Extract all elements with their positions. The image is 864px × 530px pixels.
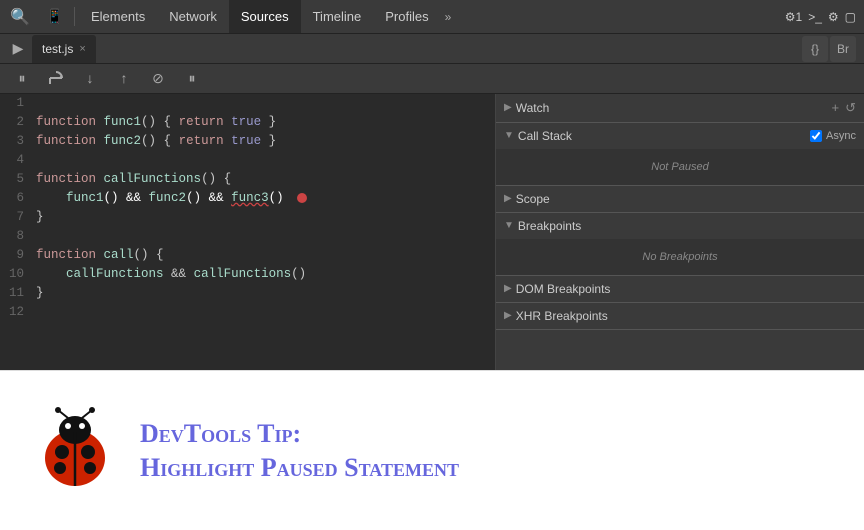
code-line-3: 3 function func2() { return true } <box>0 132 495 151</box>
error-indicator <box>297 193 307 203</box>
code-line-11: 11 } <box>0 284 495 303</box>
deactivate-breakpoints-button[interactable]: ⊘ <box>144 64 172 92</box>
scope-arrow: ▶ <box>504 193 512 204</box>
no-breakpoints-status: No Breakpoints <box>504 243 856 271</box>
watch-section: ▶ Watch + ↺ <box>496 94 864 123</box>
watch-header[interactable]: ▶ Watch + ↺ <box>496 94 864 122</box>
tab-timeline[interactable]: Timeline <box>301 0 374 33</box>
toolbar-right: ⚙1 >_ ⚙ ▢ <box>785 10 864 24</box>
tab-close-button[interactable]: × <box>79 43 85 55</box>
main-area: 1 2 function func1() { return true } 3 f… <box>0 94 864 370</box>
mobile-icon[interactable]: 📱 <box>40 8 70 25</box>
search-icon[interactable]: 🔍 <box>0 0 40 33</box>
separator <box>74 7 75 27</box>
tab-profiles[interactable]: Profiles <box>373 0 440 33</box>
scope-header[interactable]: ▶ Scope <box>496 186 864 212</box>
code-line-2: 2 function func1() { return true } <box>0 113 495 132</box>
dom-breakpoints-section: ▶ DOM Breakpoints <box>496 276 864 303</box>
pause-resume-button[interactable]: ⏸ <box>8 64 36 92</box>
main-toolbar: 🔍 📱 Elements Network Sources Timeline Pr… <box>0 0 864 34</box>
more-tabs-button[interactable]: » <box>441 0 456 33</box>
tip-content: DevTools Tip: Highlight Paused Statement <box>140 417 834 485</box>
pause-on-exceptions-button[interactable]: ⏸ <box>178 64 206 92</box>
code-editor[interactable]: 1 2 function func1() { return true } 3 f… <box>0 94 496 370</box>
call-stack-header[interactable]: ▼ Call Stack Async <box>496 123 864 149</box>
pretty-print-button[interactable]: {} <box>802 36 828 62</box>
breakpoints-body: No Breakpoints <box>496 239 864 275</box>
xhr-breakpoints-header[interactable]: ▶ XHR Breakpoints <box>496 303 864 329</box>
code-line-10: 10 callFunctions && callFunctions() <box>0 265 495 284</box>
scope-label: Scope <box>516 192 856 206</box>
breakpoints-label: Breakpoints <box>518 219 856 233</box>
tip-title-line1: DevTools Tip: <box>140 417 834 451</box>
file-tab[interactable]: test.js × <box>32 35 96 63</box>
step-into-button[interactable]: ↓ <box>76 64 104 92</box>
code-line-9: 9 function call() { <box>0 246 495 265</box>
code-line-4: 4 <box>0 151 495 170</box>
watch-label: Watch <box>516 101 828 115</box>
watch-refresh-button[interactable]: ↺ <box>845 100 856 116</box>
file-name: test.js <box>42 42 73 56</box>
xhr-breakpoints-section: ▶ XHR Breakpoints <box>496 303 864 330</box>
console-button[interactable]: >_ <box>808 10 822 24</box>
format-button[interactable]: Br <box>830 36 856 62</box>
scope-section: ▶ Scope <box>496 186 864 213</box>
play-button[interactable]: ▶ <box>4 35 32 63</box>
settings-button[interactable]: ⚙ <box>828 10 839 24</box>
tip-area: DevTools Tip: Highlight Paused Statement <box>0 370 864 530</box>
debug-toolbar: ⏸ ↓ ↑ ⊘ ⏸ <box>0 64 864 94</box>
right-panel: ▶ Watch + ↺ ▼ Call Stack Async <box>496 94 864 370</box>
breakpoints-header[interactable]: ▼ Breakpoints <box>496 213 864 239</box>
dock-button[interactable]: ▢ <box>845 10 856 24</box>
code-line-5: 5 function callFunctions() { <box>0 170 495 189</box>
xhr-breakpoints-label: XHR Breakpoints <box>516 309 856 323</box>
async-toggle[interactable]: Async <box>810 130 856 142</box>
code-line-1: 1 <box>0 94 495 113</box>
tip-title-line2: Highlight Paused Statement <box>140 451 834 485</box>
nav-tabs: Elements Network Sources Timeline Profil… <box>79 0 455 33</box>
code-line-12: 12 <box>0 303 495 322</box>
call-stack-arrow: ▼ <box>504 130 514 141</box>
code-line-6: 6 func1() && func2() && func3() <box>0 189 495 208</box>
code-line-7: 7 } <box>0 208 495 227</box>
sources-toolbar-right: {} Br <box>802 36 860 62</box>
async-checkbox[interactable] <box>810 130 822 142</box>
tab-network[interactable]: Network <box>157 0 229 33</box>
xhr-breakpoints-arrow: ▶ <box>504 310 512 321</box>
step-out-button[interactable]: ↑ <box>110 64 138 92</box>
watch-add-button[interactable]: + <box>832 100 840 116</box>
breakpoints-section: ▼ Breakpoints No Breakpoints <box>496 213 864 276</box>
tab-sources[interactable]: Sources <box>229 0 301 33</box>
async-text: Async <box>826 130 856 142</box>
call-stack-section: ▼ Call Stack Async Not Paused <box>496 123 864 186</box>
dom-breakpoints-arrow: ▶ <box>504 283 512 294</box>
ladybug-icon <box>30 406 120 496</box>
not-paused-status: Not Paused <box>504 153 856 181</box>
breakpoints-arrow: ▼ <box>504 220 514 231</box>
call-stack-body: Not Paused <box>496 149 864 185</box>
watch-actions: + ↺ <box>832 100 857 116</box>
worker-indicator: ⚙1 <box>785 10 802 24</box>
sources-toolbar: ▶ test.js × {} Br <box>0 34 864 64</box>
step-over-button[interactable] <box>42 64 70 92</box>
dom-breakpoints-label: DOM Breakpoints <box>516 282 856 296</box>
tab-elements[interactable]: Elements <box>79 0 157 33</box>
watch-arrow: ▶ <box>504 102 512 113</box>
code-line-8: 8 <box>0 227 495 246</box>
dom-breakpoints-header[interactable]: ▶ DOM Breakpoints <box>496 276 864 302</box>
call-stack-label: Call Stack <box>518 129 806 143</box>
